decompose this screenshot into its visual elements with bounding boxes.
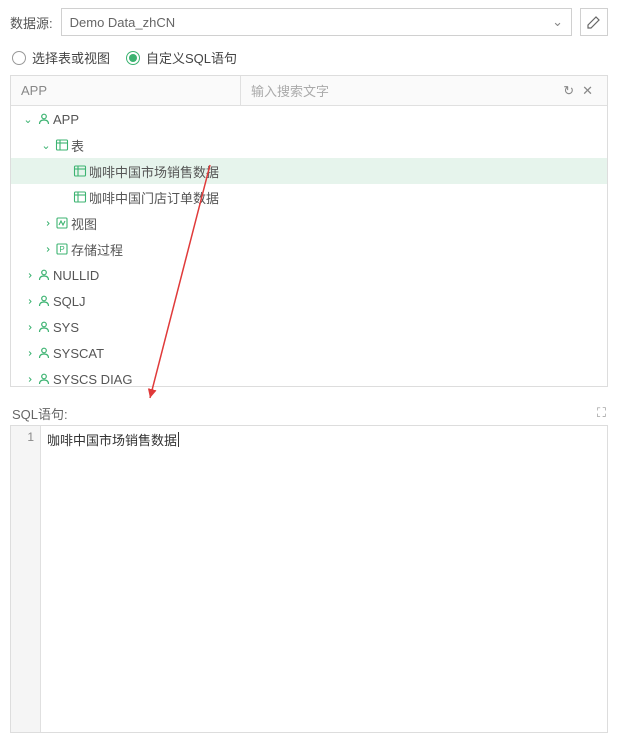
tree-panel: APP 输入搜索文字 ↻ ✕ ⌄ APP ⌄ 表 咖啡中国市场销售数据 <box>10 75 608 387</box>
tree-node-tables[interactable]: ⌄ 表 <box>11 132 607 158</box>
user-icon <box>35 294 53 308</box>
datasource-value: Demo Data_zhCN <box>70 15 176 30</box>
tree-node-syscsdiag[interactable]: ⌄ SYSCS DIAG <box>11 366 607 386</box>
toggle-icon[interactable]: ⌄ <box>22 320 35 334</box>
toggle-icon[interactable]: ⌄ <box>22 268 35 282</box>
table-icon <box>71 164 89 178</box>
radio-custom-sql[interactable]: 自定义SQL语句 <box>126 48 237 67</box>
tree-node-procs[interactable]: ⌄ P 存储过程 <box>11 236 607 262</box>
tree-node-views[interactable]: ⌄ 视图 <box>11 210 607 236</box>
tree-node-syscat[interactable]: ⌄ SYSCAT <box>11 340 607 366</box>
toggle-icon[interactable]: ⌄ <box>40 216 53 230</box>
radio-label: 自定义SQL语句 <box>146 48 237 67</box>
toggle-icon[interactable]: ⌄ <box>22 346 35 360</box>
table-icon <box>53 138 71 152</box>
radio-icon <box>12 51 26 65</box>
breadcrumb[interactable]: APP <box>11 76 241 105</box>
code-text: 咖啡中国市场销售数据 <box>47 430 177 449</box>
radio-select-table[interactable]: 选择表或视图 <box>12 48 110 67</box>
search-placeholder: 输入搜索文字 <box>251 81 559 100</box>
tree-label: 咖啡中国门店订单数据 <box>89 188 219 207</box>
panel-splitter[interactable] <box>0 387 618 403</box>
toggle-icon[interactable]: ⌄ <box>22 294 35 308</box>
edit-button[interactable] <box>580 8 608 36</box>
code-area[interactable]: 咖啡中国市场销售数据 <box>41 426 607 732</box>
user-icon <box>35 268 53 282</box>
table-icon <box>71 190 89 204</box>
tree-node-nullid[interactable]: ⌄ NULLID <box>11 262 607 288</box>
view-icon <box>53 216 71 230</box>
tree-label: SYS <box>53 320 79 335</box>
tree-label: 咖啡中国市场销售数据 <box>89 162 219 181</box>
tree-label: SYSCAT <box>53 346 104 361</box>
tree-node-table1[interactable]: 咖啡中国市场销售数据 <box>11 158 607 184</box>
tree-node-sqlj[interactable]: ⌄ SQLJ <box>11 288 607 314</box>
sql-label: SQL语句: <box>12 404 68 423</box>
tree-label: NULLID <box>53 268 99 283</box>
refresh-icon[interactable]: ↻ <box>559 83 578 99</box>
tree-label: SYSCS DIAG <box>53 372 132 387</box>
user-icon <box>35 112 53 126</box>
line-gutter: 1 <box>11 426 41 732</box>
tree-label: APP <box>53 112 79 127</box>
user-icon <box>35 320 53 334</box>
toggle-icon[interactable]: ⌄ <box>40 242 53 256</box>
chevron-down-icon: ⌄ <box>552 14 563 30</box>
text-cursor <box>178 432 179 447</box>
line-number: 1 <box>11 430 34 444</box>
toggle-icon[interactable]: ⌄ <box>22 372 35 386</box>
svg-text:P: P <box>59 245 64 254</box>
tree-label: 视图 <box>71 214 97 233</box>
sql-editor[interactable]: 1 咖啡中国市场销售数据 <box>10 425 608 733</box>
tree-node-app[interactable]: ⌄ APP <box>11 106 607 132</box>
close-icon[interactable]: ✕ <box>578 83 597 99</box>
radio-label: 选择表或视图 <box>32 48 110 67</box>
user-icon <box>35 346 53 360</box>
pencil-icon <box>586 14 602 30</box>
tree-label: 表 <box>71 136 84 155</box>
expand-icon[interactable]: ⛶ <box>597 405 606 421</box>
tree-node-table2[interactable]: 咖啡中国门店订单数据 <box>11 184 607 210</box>
tree-label: 存储过程 <box>71 240 123 259</box>
procedure-icon: P <box>53 242 71 256</box>
user-icon <box>35 372 53 386</box>
tree-label: SQLJ <box>53 294 86 309</box>
datasource-select[interactable]: Demo Data_zhCN ⌄ <box>61 8 572 36</box>
datasource-label: 数据源: <box>10 13 53 32</box>
toggle-icon[interactable]: ⌄ <box>21 113 35 126</box>
search-input[interactable]: 输入搜索文字 ↻ ✕ <box>241 76 607 105</box>
tree-node-sys[interactable]: ⌄ SYS <box>11 314 607 340</box>
radio-icon <box>126 51 140 65</box>
tree-body: ⌄ APP ⌄ 表 咖啡中国市场销售数据 咖啡中国门店订单数据 <box>11 106 607 386</box>
toggle-icon[interactable]: ⌄ <box>39 139 53 152</box>
